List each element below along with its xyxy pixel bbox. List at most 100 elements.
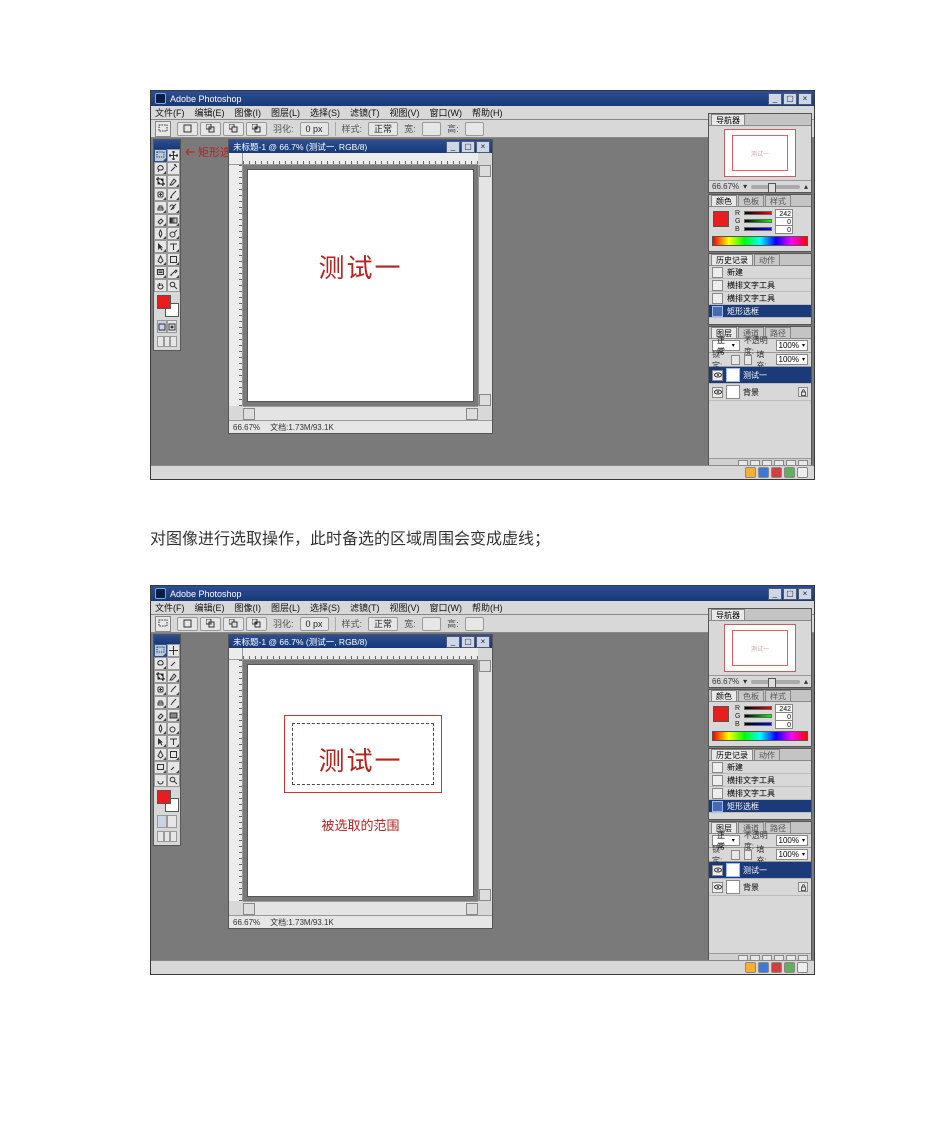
- menu-help[interactable]: 帮助(H): [472, 106, 503, 119]
- nav-zoom[interactable]: 66.67%: [712, 182, 739, 191]
- menu-filter[interactable]: 滤镜(T): [350, 106, 380, 119]
- standard-mode-icon[interactable]: [157, 320, 167, 333]
- tool-notes[interactable]: [154, 266, 167, 279]
- menu-help[interactable]: 帮助(H): [472, 601, 503, 614]
- menu-view[interactable]: 视图(V): [390, 106, 420, 119]
- quickmask-mode-icon[interactable]: [167, 815, 177, 828]
- tab-history[interactable]: 历史记录: [711, 254, 753, 265]
- ruler-horizontal[interactable]: [243, 648, 478, 660]
- lock-position-icon[interactable]: [744, 355, 753, 365]
- scroll-left-icon[interactable]: ◂: [243, 408, 255, 420]
- color-foreground-swatch[interactable]: [713, 211, 729, 227]
- history-item[interactable]: 横排文字工具: [709, 279, 811, 292]
- tool-notes[interactable]: [154, 761, 167, 774]
- nav-zoom[interactable]: 66.67%: [712, 677, 739, 686]
- doc-zoom[interactable]: 66.67%: [233, 423, 260, 432]
- tray-icon[interactable]: [784, 467, 795, 478]
- menu-select[interactable]: 选择(S): [310, 601, 340, 614]
- document-titlebar[interactable]: 未标题-1 @ 66.7% (测试一, RGB/8) _ ▢ ×: [229, 140, 492, 153]
- bool-sub[interactable]: [223, 617, 244, 631]
- menu-file[interactable]: 文件(F): [155, 601, 185, 614]
- tool-eraser[interactable]: [154, 709, 167, 722]
- screenmode-fullmenu-icon[interactable]: [164, 831, 171, 842]
- tool-lasso[interactable]: [154, 657, 167, 670]
- doc-zoom[interactable]: 66.67%: [233, 918, 260, 927]
- tray-icon[interactable]: [758, 962, 769, 973]
- lock-pixels-icon[interactable]: [731, 850, 740, 860]
- tray-icon[interactable]: [745, 962, 756, 973]
- width-value[interactable]: [422, 122, 442, 136]
- tool-gradient[interactable]: [167, 214, 180, 227]
- doc-close-button[interactable]: ×: [476, 141, 490, 153]
- tool-heal[interactable]: [154, 683, 167, 696]
- doc-size[interactable]: 文档:1.73M/93.1K: [270, 422, 334, 433]
- tool-hand[interactable]: [154, 774, 167, 787]
- screenmode-fullmenu-icon[interactable]: [164, 336, 171, 347]
- tab-history[interactable]: 历史记录: [711, 749, 753, 760]
- scrollbar-horizontal[interactable]: ◂ ▸: [243, 901, 478, 915]
- panel-navigator[interactable]: 导航器 测试一 66.67% ▾ ▴: [708, 608, 812, 688]
- menu-layer[interactable]: 图层(L): [271, 106, 300, 119]
- tab-navigator[interactable]: 导航器: [711, 114, 745, 125]
- color-foreground-swatch[interactable]: [713, 706, 729, 722]
- navigator-thumbnail[interactable]: 测试一: [724, 624, 796, 672]
- app-titlebar[interactable]: Adobe Photoshop _ ▢ ×: [151, 91, 814, 106]
- tool-dodge[interactable]: [167, 722, 180, 735]
- doc-max-button[interactable]: ▢: [461, 636, 475, 648]
- tool-crop[interactable]: [154, 175, 167, 188]
- menu-filter[interactable]: 滤镜(T): [350, 601, 380, 614]
- history-item[interactable]: 矩形选框: [709, 305, 811, 318]
- foreground-color[interactable]: [157, 295, 171, 309]
- zoom-slider[interactable]: [751, 680, 800, 684]
- width-value[interactable]: [422, 617, 442, 631]
- layer-row[interactable]: 背景: [709, 384, 811, 401]
- bool-inter[interactable]: [246, 122, 267, 136]
- scroll-down-icon[interactable]: ▾: [479, 394, 491, 406]
- ruler-horizontal[interactable]: [243, 153, 478, 165]
- ruler-vertical[interactable]: [229, 165, 243, 406]
- menu-select[interactable]: 选择(S): [310, 106, 340, 119]
- tray-icon[interactable]: [797, 962, 808, 973]
- navigator-thumbnail[interactable]: 测试一: [724, 129, 796, 177]
- slider-r[interactable]: [744, 211, 772, 215]
- maximize-button[interactable]: ▢: [783, 93, 797, 105]
- screenmode-standard-icon[interactable]: [157, 336, 164, 347]
- ruler-corner[interactable]: [229, 153, 243, 165]
- maximize-button[interactable]: ▢: [783, 588, 797, 600]
- bool-add[interactable]: [200, 617, 221, 631]
- screenmode-standard-icon[interactable]: [157, 831, 164, 842]
- tool-stamp[interactable]: [154, 696, 167, 709]
- standard-mode-icon[interactable]: [157, 815, 167, 828]
- menu-file[interactable]: 文件(F): [155, 106, 185, 119]
- tools-grip[interactable]: [154, 140, 180, 149]
- panel-color[interactable]: 颜色 色板 样式 R242 G0 B0: [708, 689, 812, 747]
- visibility-toggle-icon[interactable]: [712, 387, 723, 398]
- close-button[interactable]: ×: [798, 588, 812, 600]
- lock-position-icon[interactable]: [744, 850, 753, 860]
- scrollbar-vertical[interactable]: ▴ ▾: [478, 660, 492, 901]
- canvas[interactable]: 测试一: [247, 169, 474, 402]
- doc-max-button[interactable]: ▢: [461, 141, 475, 153]
- panel-history[interactable]: 历史记录 动作 新建 横排文字工具 横排文字工具 矩形选框: [708, 253, 812, 325]
- panel-layers[interactable]: 图层 通道 路径 正常 不透明度: 100% 锁定: 填充: 100%: [708, 821, 812, 967]
- tab-color[interactable]: 颜色: [711, 690, 737, 701]
- bool-inter[interactable]: [246, 617, 267, 631]
- history-item[interactable]: 新建: [709, 266, 811, 279]
- document-window[interactable]: 未标题-1 @ 66.7% (测试一, RGB/8) _ ▢ ×: [228, 634, 493, 929]
- tool-wand[interactable]: [167, 162, 180, 175]
- lock-pixels-icon[interactable]: [731, 355, 740, 365]
- tab-swatches[interactable]: 色板: [738, 690, 764, 701]
- tool-lasso[interactable]: [154, 162, 167, 175]
- height-value[interactable]: [465, 122, 485, 136]
- close-button[interactable]: ×: [798, 93, 812, 105]
- menu-image[interactable]: 图像(I): [235, 601, 262, 614]
- visibility-toggle-icon[interactable]: [712, 370, 723, 381]
- color-ramp[interactable]: [712, 236, 808, 246]
- menu-edit[interactable]: 编辑(E): [195, 106, 225, 119]
- tab-styles[interactable]: 样式: [765, 690, 791, 701]
- tools-grip[interactable]: [154, 635, 180, 644]
- tool-shape[interactable]: [167, 253, 180, 266]
- visibility-toggle-icon[interactable]: [712, 882, 723, 893]
- tool-rect-marquee[interactable]: [154, 644, 167, 657]
- color-ramp[interactable]: [712, 731, 808, 741]
